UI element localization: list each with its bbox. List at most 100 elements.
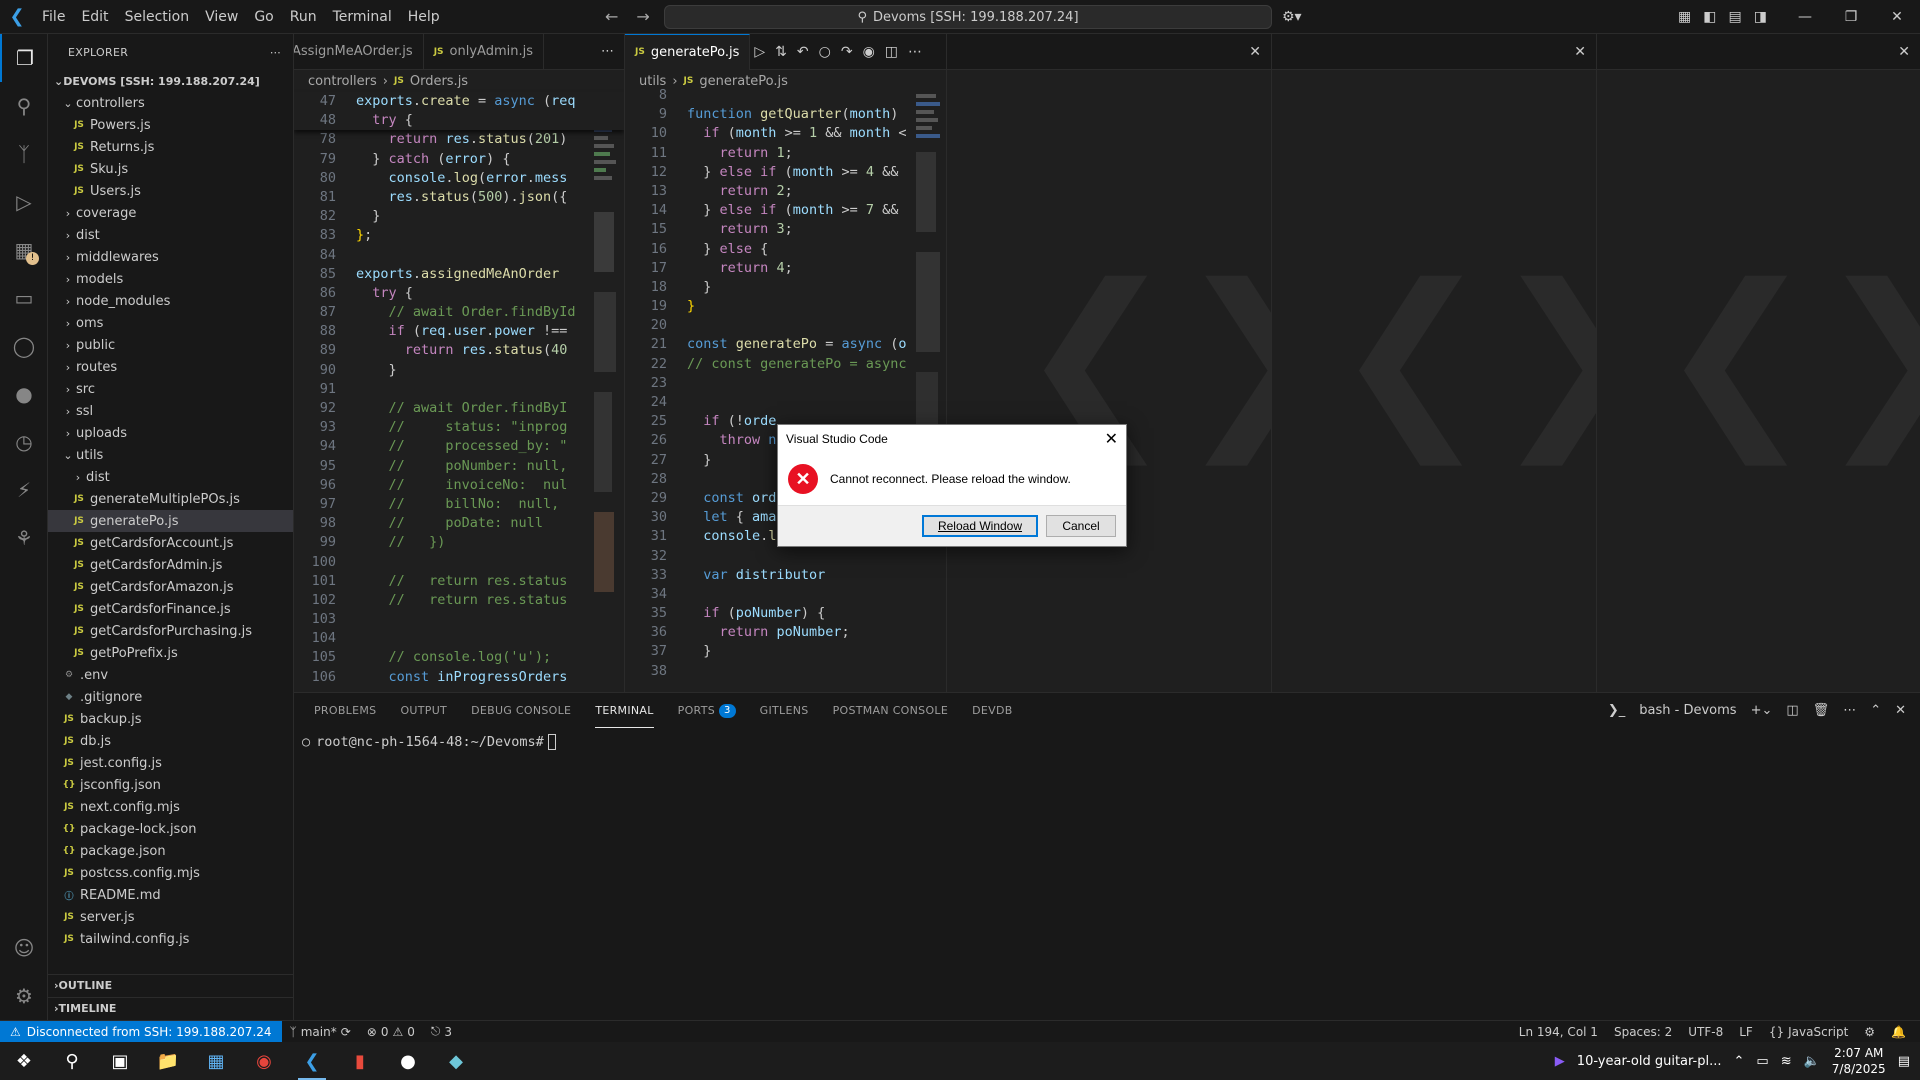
- folder-item[interactable]: › node_modules: [48, 290, 293, 312]
- file-item[interactable]: JS Sku.js: [48, 158, 293, 180]
- menu-edit[interactable]: Edit: [73, 0, 116, 34]
- new-terminal-icon[interactable]: +⌄: [1751, 703, 1773, 718]
- close-panel-icon[interactable]: ✕: [1895, 703, 1906, 718]
- more-actions-icon[interactable]: ⋯: [270, 46, 281, 59]
- timeline-history-icon[interactable]: ◷: [0, 418, 48, 466]
- thunder-client-icon[interactable]: ⚡: [0, 466, 48, 514]
- media-title[interactable]: 10-year-old guitar-pl...: [1577, 1054, 1722, 1069]
- menu-view[interactable]: View: [197, 0, 246, 34]
- file-item[interactable]: JS tailwind.config.js: [48, 928, 293, 950]
- menu-selection[interactable]: Selection: [117, 0, 198, 34]
- split-editor-icon[interactable]: ◫: [885, 44, 898, 60]
- extensions-icon[interactable]: ▦!: [0, 226, 48, 274]
- language-mode[interactable]: {} JavaScript: [1761, 1025, 1856, 1039]
- clock[interactable]: 2:07 AM 7/8/2025: [1832, 1045, 1886, 1077]
- more-actions-icon[interactable]: ⋯: [908, 44, 922, 60]
- toggle-sidebar-icon[interactable]: ◧: [1703, 0, 1716, 34]
- file-item[interactable]: JS Returns.js: [48, 136, 293, 158]
- run-debug-icon[interactable]: ▷: [0, 178, 48, 226]
- folder-item[interactable]: › coverage: [48, 202, 293, 224]
- close-window-icon[interactable]: ✕: [1874, 0, 1920, 34]
- windows-start-icon[interactable]: ❖: [0, 1042, 48, 1080]
- close-icon[interactable]: ✕: [1105, 429, 1118, 449]
- manage-gear-icon[interactable]: ⚙: [0, 972, 48, 1020]
- file-item[interactable]: JS postcss.config.mjs: [48, 862, 293, 884]
- git-branch[interactable]: ᛉ main* ⟳: [282, 1025, 359, 1039]
- menu-terminal[interactable]: Terminal: [325, 0, 400, 34]
- zoho-icon[interactable]: ▮: [336, 1042, 384, 1080]
- end-of-line[interactable]: LF: [1731, 1025, 1761, 1039]
- cancel-button[interactable]: Cancel: [1046, 515, 1116, 537]
- search-view-icon[interactable]: ⚲: [0, 82, 48, 130]
- file-item[interactable]: JS server.js: [48, 906, 293, 928]
- folder-item[interactable]: › routes: [48, 356, 293, 378]
- file-item[interactable]: JS jest.config.js: [48, 752, 293, 774]
- menu-run[interactable]: Run: [282, 0, 325, 34]
- tab-terminal[interactable]: TERMINAL: [595, 693, 654, 728]
- battery-icon[interactable]: ▭: [1756, 1054, 1768, 1069]
- tab-devdb[interactable]: DEVDB: [972, 693, 1012, 728]
- app-diamond-icon[interactable]: ◆: [432, 1042, 480, 1080]
- tab-debug-console[interactable]: DEBUG CONSOLE: [471, 693, 571, 728]
- file-item[interactable]: JS next.config.mjs: [48, 796, 293, 818]
- reload-window-button[interactable]: Reload Window: [922, 515, 1038, 537]
- postman-icon[interactable]: ●: [0, 370, 48, 418]
- file-item[interactable]: ⓘ README.md: [48, 884, 293, 906]
- gitlens-icon[interactable]: ◯: [0, 322, 48, 370]
- tab-output[interactable]: OUTPUT: [400, 693, 447, 728]
- next-change-icon[interactable]: ↷: [841, 44, 853, 60]
- trash-icon[interactable]: 🗑: [1813, 703, 1830, 718]
- close-group-icon[interactable]: ✕: [1574, 44, 1586, 60]
- file-item[interactable]: {} jsconfig.json: [48, 774, 293, 796]
- file-item[interactable]: JS getCardsforAccount.js: [48, 532, 293, 554]
- file-item[interactable]: JS Users.js: [48, 180, 293, 202]
- file-item[interactable]: JS Powers.js: [48, 114, 293, 136]
- folder-item[interactable]: › dist: [48, 224, 293, 246]
- folder-item[interactable]: › middlewares: [48, 246, 293, 268]
- copilot-icon[interactable]: ⚙▾: [1282, 0, 1302, 34]
- command-center[interactable]: ⚲ Devoms [SSH: 199.188.207.24]: [664, 5, 1272, 29]
- workspace-root[interactable]: ⌄ DEVOMS [SSH: 199.188.207.24]: [48, 70, 293, 92]
- code-editor-1[interactable]: 47 exports.create = async (req 48 try { 78…: [294, 92, 624, 687]
- forward-arrow-icon[interactable]: →: [636, 0, 649, 34]
- file-item[interactable]: JS generatePo.js: [48, 510, 293, 532]
- customize-layout-icon[interactable]: ▦: [1678, 0, 1691, 34]
- close-group-icon[interactable]: ✕: [1898, 44, 1910, 60]
- run-icon[interactable]: ▷: [754, 44, 765, 60]
- more-actions-icon[interactable]: ⋯: [601, 44, 614, 59]
- minimap[interactable]: [590, 92, 624, 692]
- toggle-secondary-sidebar-icon[interactable]: ◨: [1754, 0, 1767, 34]
- tab-generatepo[interactable]: JS generatePo.js: [625, 34, 751, 70]
- folder-item[interactable]: ⌄ controllers: [48, 92, 293, 114]
- revert-icon[interactable]: ↶: [797, 44, 809, 60]
- back-arrow-icon[interactable]: ←: [605, 0, 618, 34]
- folder-item[interactable]: › ssl: [48, 400, 293, 422]
- gitlens-inspect-icon[interactable]: ◉: [863, 44, 875, 60]
- file-item[interactable]: JS getPoPrefix.js: [48, 642, 293, 664]
- app-circle-icon[interactable]: ●: [384, 1042, 432, 1080]
- tab-problems[interactable]: PROBLEMS: [314, 693, 376, 728]
- menu-help[interactable]: Help: [400, 0, 448, 34]
- source-control-icon[interactable]: ᛉ: [0, 130, 48, 178]
- file-item[interactable]: JS getCardsforFinance.js: [48, 598, 293, 620]
- compare-icon[interactable]: ⇅: [775, 44, 787, 60]
- microsoft-store-icon[interactable]: ▦: [192, 1042, 240, 1080]
- task-view-icon[interactable]: ▣: [96, 1042, 144, 1080]
- breadcrumb-file[interactable]: Orders.js: [410, 74, 468, 89]
- ports-status[interactable]: ⎋ 3: [423, 1024, 460, 1039]
- notification-center-icon[interactable]: ▤: [1898, 1054, 1910, 1069]
- file-item[interactable]: JS getCardsforPurchasing.js: [48, 620, 293, 642]
- minimize-icon[interactable]: —: [1782, 0, 1828, 34]
- menu-file[interactable]: File: [34, 0, 73, 34]
- shell-name[interactable]: bash - Devoms: [1639, 703, 1736, 718]
- search-icon[interactable]: ⚲: [48, 1042, 96, 1080]
- notifications-bell-icon[interactable]: 🔔: [1883, 1025, 1914, 1039]
- more-actions-icon[interactable]: ⋯: [1843, 703, 1856, 718]
- remote-indicator[interactable]: ⚠ Disconnected from SSH: 199.188.207.24: [0, 1020, 282, 1043]
- folder-item[interactable]: › public: [48, 334, 293, 356]
- tab-postman-console[interactable]: POSTMAN CONSOLE: [833, 693, 949, 728]
- wifi-icon[interactable]: ≋: [1781, 1054, 1792, 1069]
- folder-item[interactable]: › oms: [48, 312, 293, 334]
- tab-onlyadmin[interactable]: JS onlyAdmin.js: [424, 34, 544, 70]
- file-item[interactable]: {} package.json: [48, 840, 293, 862]
